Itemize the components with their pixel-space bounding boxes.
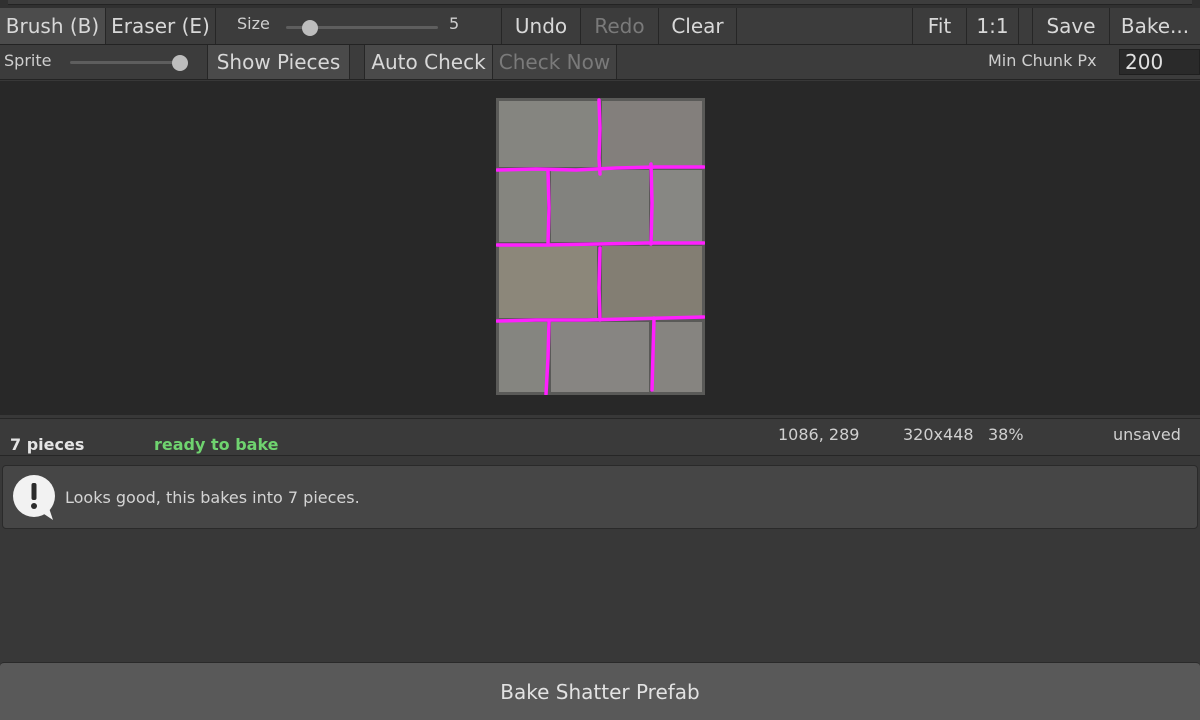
auto-check-toggle[interactable]: Auto Check bbox=[364, 45, 493, 79]
fit-button[interactable]: Fit bbox=[912, 8, 967, 44]
main-toolbar: Brush (B) Eraser (E) Size 5 Undo Redo Cl… bbox=[0, 8, 1200, 45]
info-message-box: Looks good, this bakes into 7 pieces. bbox=[2, 465, 1198, 529]
bake-shatter-prefab-button[interactable]: Bake Shatter Prefab bbox=[0, 662, 1200, 720]
brick bbox=[551, 170, 649, 242]
cut-line bbox=[650, 316, 656, 392]
brick bbox=[499, 246, 597, 318]
min-chunk-label: Min Chunk Px bbox=[988, 51, 1097, 70]
cursor-coordinates: 1086, 289 bbox=[778, 425, 860, 444]
cut-line bbox=[597, 246, 602, 322]
cut-line bbox=[495, 241, 706, 247]
brush-tool-button[interactable]: Brush (B) bbox=[0, 8, 106, 44]
zoom-level: 38% bbox=[988, 425, 1024, 444]
cut-line bbox=[597, 98, 602, 176]
brick bbox=[602, 246, 702, 318]
cut-line bbox=[649, 162, 654, 246]
cut-line bbox=[546, 168, 551, 246]
sprite-slider[interactable] bbox=[70, 53, 192, 73]
secondary-toolbar: Sprite Show Pieces Auto Check Check Now … bbox=[0, 45, 1200, 80]
size-value: 5 bbox=[449, 14, 460, 33]
info-speech-bubble-icon bbox=[13, 475, 55, 520]
one-to-one-button[interactable]: 1:1 bbox=[967, 8, 1019, 44]
brick bbox=[653, 322, 702, 392]
clear-button[interactable]: Clear bbox=[659, 8, 737, 44]
sprite-label: Sprite bbox=[4, 51, 52, 70]
brick bbox=[499, 322, 547, 392]
show-pieces-toggle[interactable]: Show Pieces bbox=[207, 45, 350, 79]
size-slider-knob[interactable] bbox=[301, 20, 318, 36]
window-top-border bbox=[0, 0, 1200, 8]
sprite-preview[interactable] bbox=[495, 98, 706, 396]
save-button[interactable]: Save bbox=[1032, 8, 1110, 44]
brick bbox=[653, 170, 702, 242]
piece-count: 7 pieces bbox=[10, 435, 85, 454]
eraser-tool-button[interactable]: Eraser (E) bbox=[106, 8, 216, 44]
min-chunk-input[interactable]: 200 bbox=[1119, 49, 1200, 75]
redo-button[interactable]: Redo bbox=[581, 8, 659, 44]
save-state: unsaved bbox=[1113, 425, 1181, 444]
size-label: Size bbox=[237, 14, 270, 33]
brick bbox=[499, 170, 547, 242]
bake-state: ready to bake bbox=[154, 435, 279, 454]
brick bbox=[551, 322, 649, 392]
check-now-button[interactable]: Check Now bbox=[493, 45, 617, 79]
undo-button[interactable]: Undo bbox=[501, 8, 581, 44]
image-dimensions: 320x448 bbox=[903, 425, 974, 444]
brick-sprite-image bbox=[495, 98, 706, 396]
bake-menu-button[interactable]: Bake... bbox=[1110, 8, 1200, 44]
sprite-slider-knob[interactable] bbox=[172, 55, 188, 71]
status-bar: 7 pieces ready to bake 1086, 289 320x448… bbox=[0, 418, 1200, 456]
size-slider[interactable] bbox=[286, 18, 444, 38]
brick bbox=[602, 101, 702, 167]
brick bbox=[499, 101, 599, 167]
info-message-text: Looks good, this bakes into 7 pieces. bbox=[65, 488, 360, 507]
